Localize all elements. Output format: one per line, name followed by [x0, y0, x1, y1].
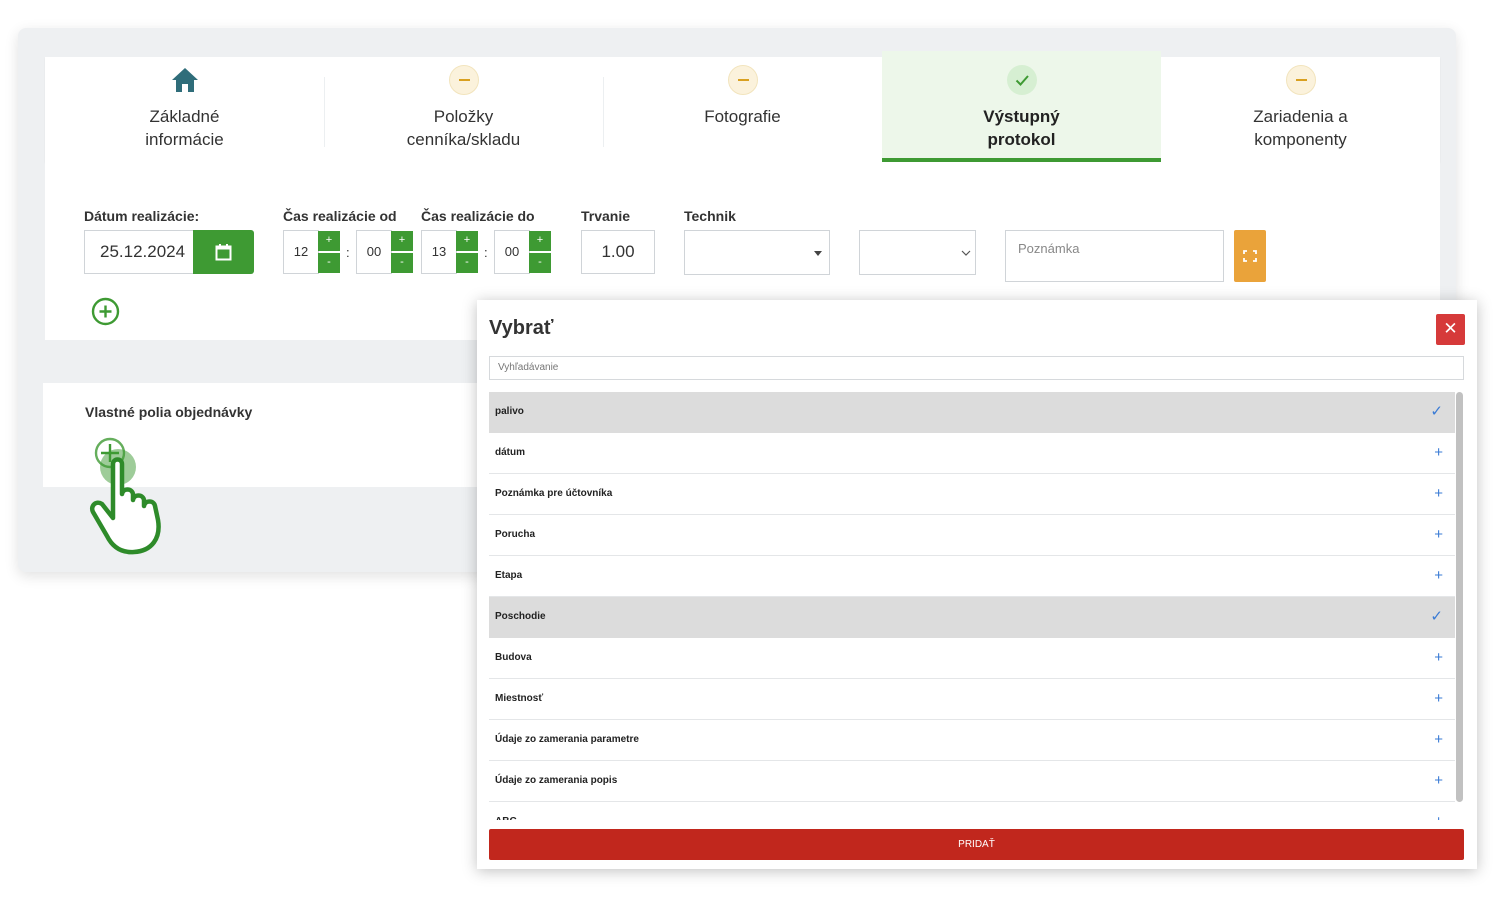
pointing-hand-icon: [90, 437, 161, 555]
decrement-button[interactable]: -: [529, 253, 551, 273]
list-item[interactable]: ABC +: [489, 802, 1455, 820]
increment-button[interactable]: +: [529, 231, 551, 251]
list-item[interactable]: Miestnosť +: [489, 679, 1455, 720]
time-to-minutes-input[interactable]: 00: [494, 230, 530, 274]
check-status-icon: [1007, 65, 1037, 95]
search-input[interactable]: Vyhľadávanie: [489, 356, 1464, 380]
list-item-label: Miestnosť: [495, 693, 544, 704]
decrement-button[interactable]: -: [318, 253, 340, 273]
add-circle-icon[interactable]: [91, 297, 120, 326]
plus-icon[interactable]: +: [1434, 556, 1443, 596]
technician-label: Technik: [684, 208, 736, 224]
time-separator: :: [346, 245, 350, 260]
list-item-label: Porucha: [495, 529, 536, 540]
options-list: palivo ✓ dátum + Poznámka pre účtovníka …: [489, 392, 1455, 820]
list-item[interactable]: Budova +: [489, 638, 1455, 679]
list-item[interactable]: dátum +: [489, 433, 1455, 474]
fullscreen-icon: [1243, 250, 1257, 262]
list-item-label: Údaje zo zamerania popis: [495, 775, 618, 786]
tab-price-list-items[interactable]: Položky cenníka/skladu: [324, 57, 603, 162]
increment-button[interactable]: +: [318, 231, 340, 251]
time-separator: :: [484, 245, 488, 260]
scrollbar[interactable]: [1455, 392, 1464, 802]
tab-label: Základné informácie: [145, 107, 224, 149]
time-from-minutes-input[interactable]: 00: [356, 230, 392, 274]
time-from-hours-stepper: + -: [318, 231, 340, 273]
plus-icon[interactable]: +: [1434, 802, 1443, 820]
time-to-hours-stepper: + -: [456, 231, 478, 273]
list-item[interactable]: Poznámka pre účtovníka +: [489, 474, 1455, 515]
plus-icon[interactable]: +: [1434, 474, 1443, 514]
tab-label: Položky cenníka/skladu: [406, 107, 521, 149]
increment-button[interactable]: +: [456, 231, 478, 251]
plus-icon[interactable]: +: [1434, 679, 1443, 719]
plus-icon[interactable]: +: [1434, 761, 1443, 801]
close-button[interactable]: ✕: [1436, 314, 1465, 345]
time-to-minutes-stepper: + -: [529, 231, 551, 273]
plus-icon[interactable]: +: [1434, 433, 1443, 473]
list-item[interactable]: Údaje zo zamerania popis +: [489, 761, 1455, 802]
pending-status-icon: [1286, 65, 1316, 95]
note-textarea[interactable]: Poznámka: [1005, 230, 1224, 282]
tab-output-protocol[interactable]: Výstupný protokol: [882, 51, 1161, 162]
list-item[interactable]: Etapa +: [489, 556, 1455, 597]
duration-label: Trvanie: [581, 208, 631, 224]
custom-fields-title: Vlastné polia objednávky: [85, 404, 253, 420]
plus-icon[interactable]: +: [1434, 515, 1443, 555]
list-item-label: ABC: [495, 802, 517, 820]
fullscreen-button[interactable]: [1234, 230, 1266, 282]
list-item-label: dátum: [495, 447, 525, 458]
calendar-icon: [215, 244, 232, 261]
technician-select[interactable]: [684, 230, 830, 275]
plus-icon[interactable]: +: [1434, 720, 1443, 760]
tab-label: Zariadenia a komponenty: [1253, 107, 1348, 149]
add-button[interactable]: PRIDAŤ: [489, 829, 1464, 860]
tab-devices-components[interactable]: Zariadenia a komponenty: [1161, 57, 1440, 162]
duration-input[interactable]: 1.00: [581, 230, 655, 274]
list-item-label: Budova: [495, 652, 532, 663]
time-to-label: Čas realizácie do: [421, 208, 535, 224]
caret-down-icon: [814, 251, 822, 256]
list-item-label: Údaje zo zamerania parametre: [495, 734, 639, 745]
select-modal: Vybrať ✕ Vyhľadávanie palivo ✓ dátum + P…: [477, 300, 1477, 869]
pending-status-icon: [728, 65, 758, 95]
increment-button[interactable]: +: [391, 231, 413, 251]
tab-label: Výstupný protokol: [983, 107, 1060, 149]
pending-status-icon: [449, 65, 479, 95]
tab-basic-info[interactable]: Základné informácie: [45, 57, 324, 162]
list-item-label: Poschodie: [495, 611, 546, 622]
home-icon: [170, 65, 200, 95]
wizard-tabs: Základné informácie Položky cenníka/skladu…: [45, 51, 1440, 162]
date-input[interactable]: 25.12.2024: [84, 230, 194, 274]
decrement-button[interactable]: -: [456, 253, 478, 273]
date-label: Dátum realizácie:: [84, 208, 200, 224]
time-to-hours-input[interactable]: 13: [421, 230, 457, 274]
check-icon: ✓: [1430, 608, 1443, 625]
list-item[interactable]: palivo ✓: [489, 392, 1455, 433]
list-item[interactable]: Porucha +: [489, 515, 1455, 556]
list-item[interactable]: Poschodie ✓: [489, 597, 1455, 638]
decrement-button[interactable]: -: [391, 253, 413, 273]
check-icon: ✓: [1430, 403, 1443, 420]
list-item-label: Etapa: [495, 570, 523, 581]
plus-icon[interactable]: +: [1434, 638, 1443, 678]
list-item[interactable]: Údaje zo zamerania parametre +: [489, 720, 1455, 761]
tab-label: Fotografie: [704, 107, 781, 126]
calendar-button[interactable]: [193, 230, 254, 274]
scrollbar-thumb[interactable]: [1456, 392, 1463, 802]
time-from-label: Čas realizácie od: [283, 208, 397, 224]
time-from-minutes-stepper: + -: [391, 231, 413, 273]
chevron-down-icon: [961, 250, 971, 256]
modal-title: Vybrať: [489, 317, 554, 339]
time-from-hours-input[interactable]: 12: [283, 230, 319, 274]
list-item-label: Poznámka pre účtovníka: [495, 488, 613, 499]
tab-photos[interactable]: Fotografie: [603, 57, 882, 162]
secondary-select[interactable]: [859, 230, 976, 275]
list-item-label: palivo: [495, 406, 524, 417]
